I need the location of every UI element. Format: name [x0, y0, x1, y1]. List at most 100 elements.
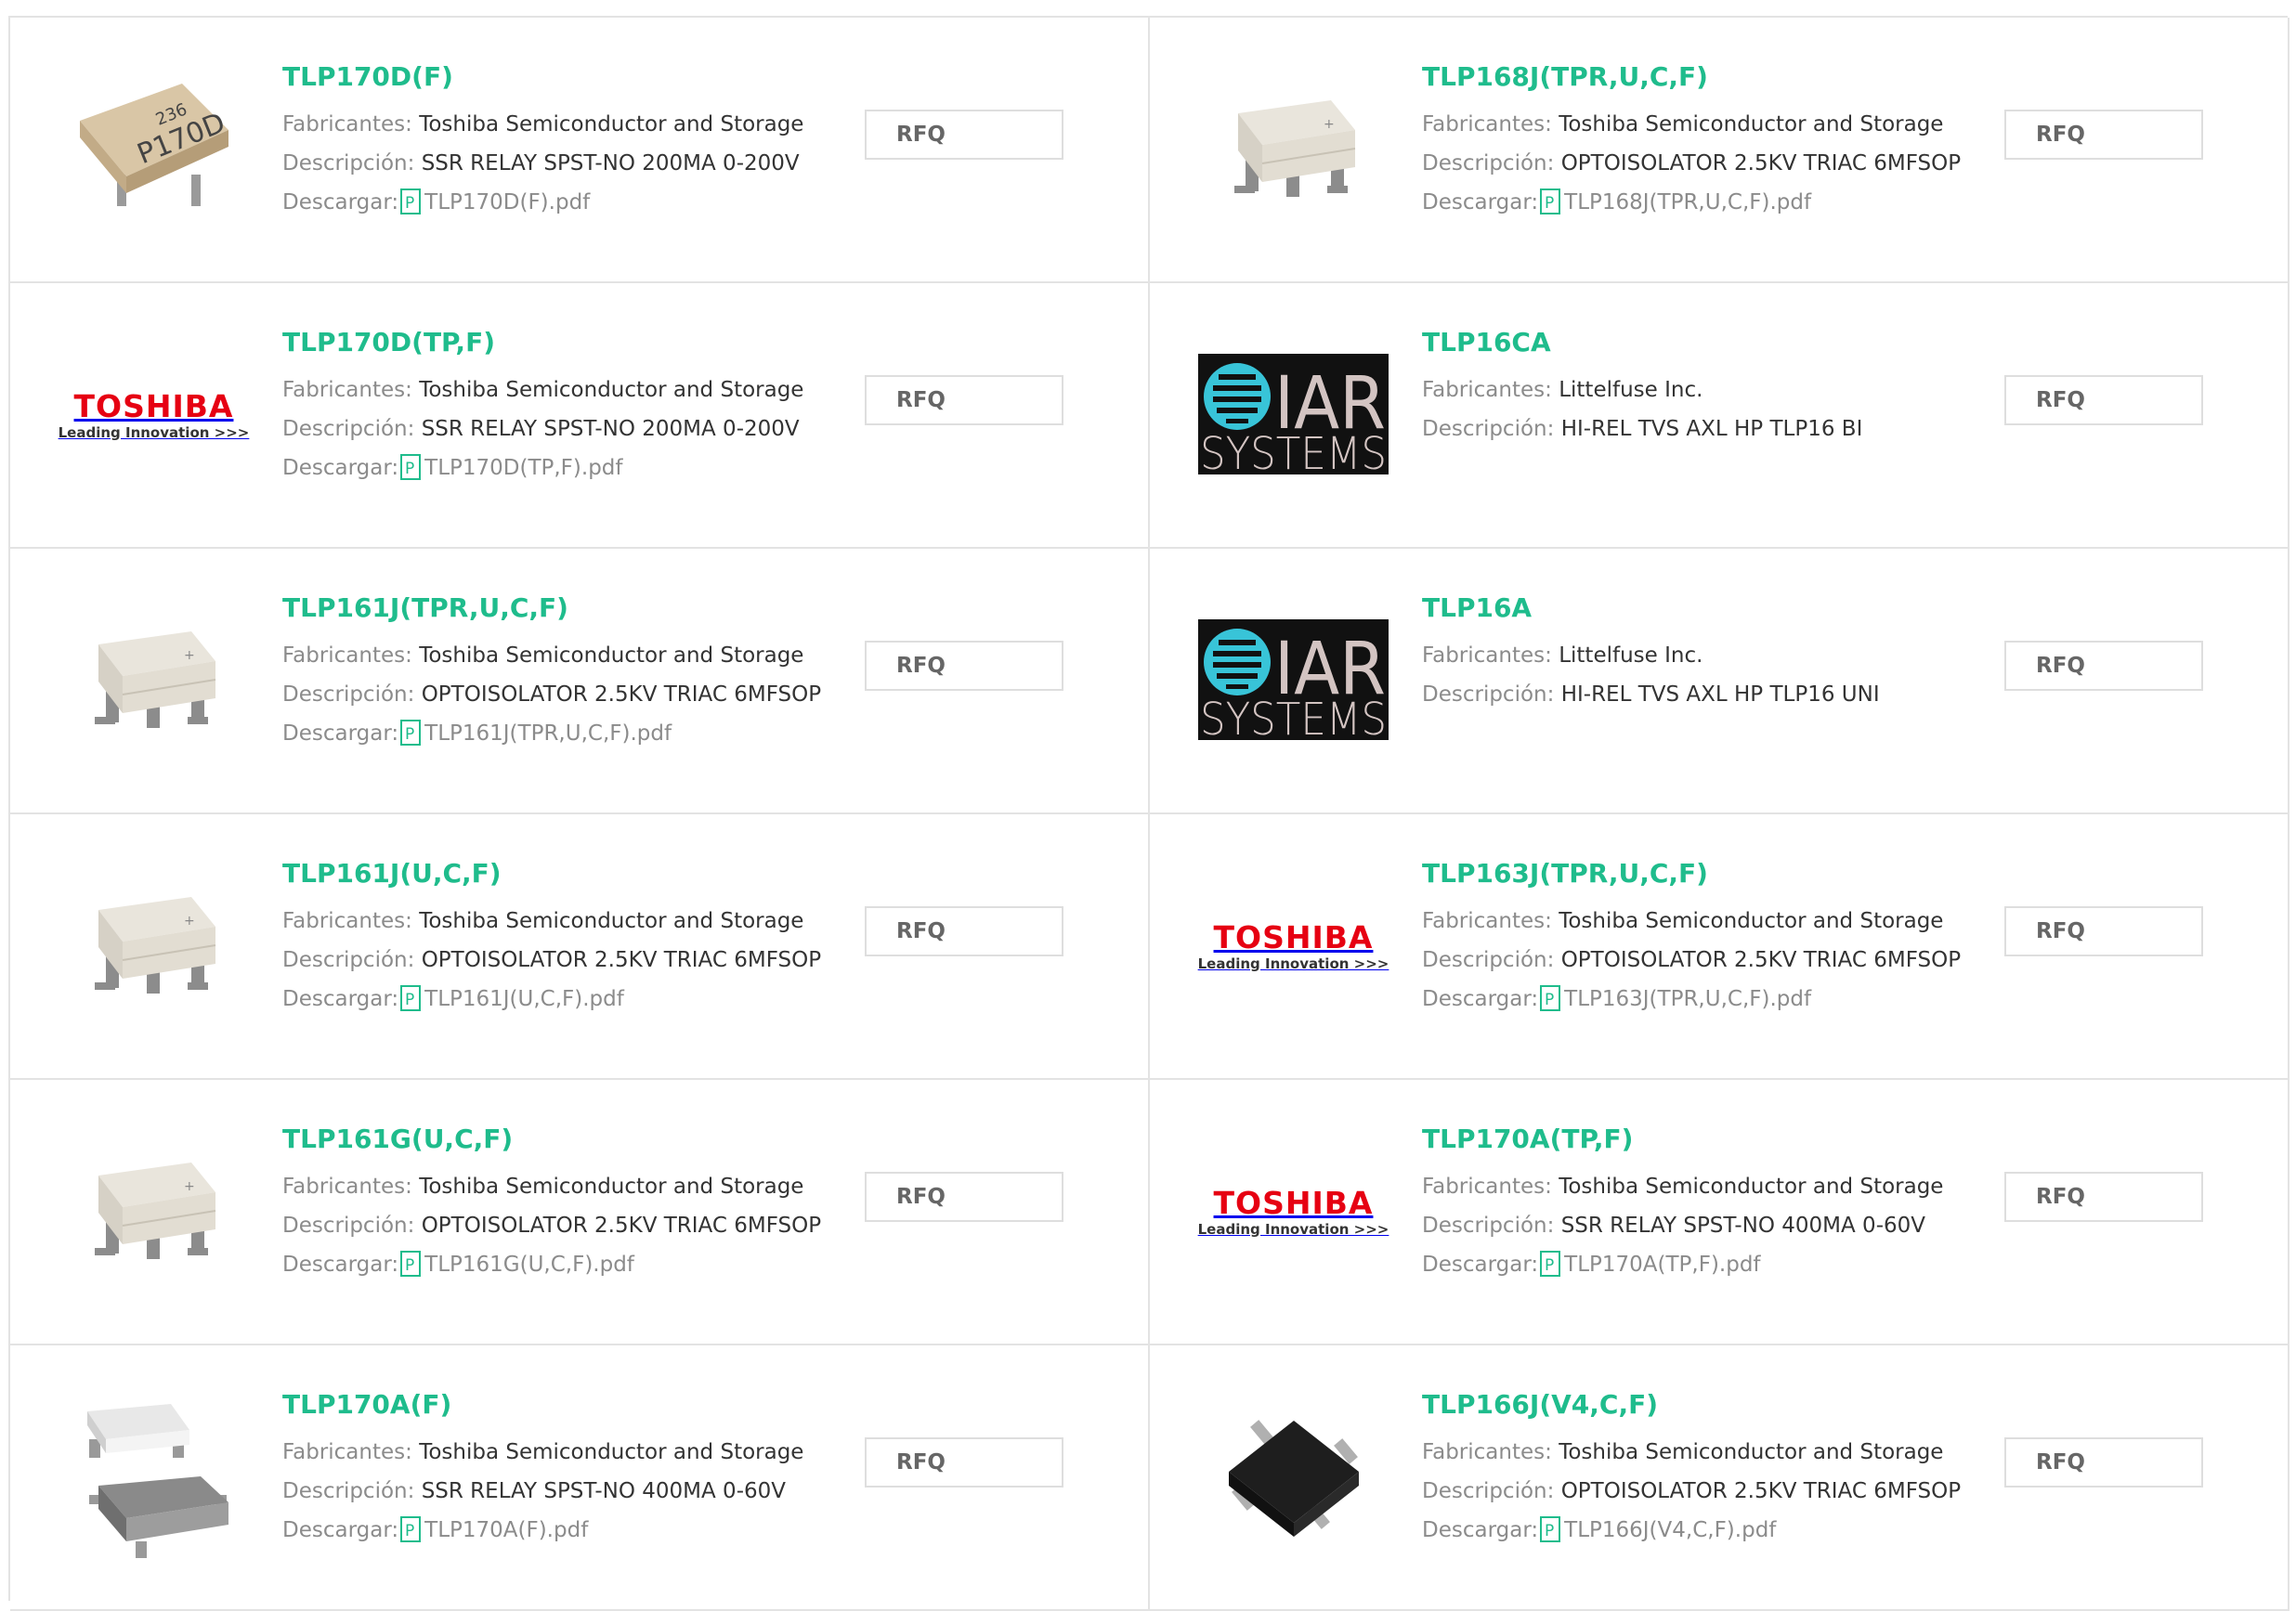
manufacturer-value: Toshiba Semiconductor and Storage [419, 1175, 804, 1199]
product-image-link[interactable]: + [59, 586, 249, 776]
product-image-link[interactable]: + [1198, 55, 1389, 245]
part-number-link[interactable]: TLP170A(F) [282, 1386, 858, 1423]
part-number-link[interactable]: TLP161J(TPR,U,C,F) [282, 590, 858, 627]
part-number-link[interactable]: TLP168J(TPR,U,C,F) [1422, 58, 1998, 96]
description-label: Descripción: [282, 948, 415, 972]
rfq-button[interactable]: RFQ [2004, 1172, 2203, 1222]
description-value: OPTOISOLATOR 2.5KV TRIAC 6MFSOP [1560, 1479, 1962, 1503]
description-value: HI-REL TVS AXL HP TLP16 BI [1560, 417, 1863, 441]
product-info: TLP170D(TP,F) Fabricantes: Toshiba Semic… [282, 324, 858, 487]
manufacturer-row: Fabricantes: Toshiba Semiconductor and S… [282, 902, 858, 941]
product-card: IAR SYSTEMS TLP16CA Fabricantes: Littelf… [1150, 283, 2289, 549]
manufacturer-label: Fabricantes: [282, 1175, 412, 1199]
datasheet-link[interactable]: TLP166J(V4,C,F).pdf [1564, 1518, 1776, 1542]
download-row: Descargar: P TLP161G(U,C,F).pdf [282, 1245, 858, 1284]
description-value: SSR RELAY SPST-NO 400MA 0-60V [421, 1479, 786, 1503]
datasheet-link[interactable]: TLP161J(U,C,F).pdf [424, 987, 624, 1011]
svg-text:SYSTEMS: SYSTEMS [1200, 428, 1387, 474]
manufacturer-row: Fabricantes: Toshiba Semiconductor and S… [282, 1167, 858, 1206]
download-label: Descargar: [1422, 190, 1539, 214]
manufacturer-label: Fabricantes: [282, 643, 412, 668]
product-image-link[interactable]: + [59, 851, 249, 1042]
download-label: Descargar: [282, 1518, 399, 1542]
datasheet-link[interactable]: TLP161J(TPR,U,C,F).pdf [424, 721, 672, 746]
svg-text:+: + [1324, 117, 1335, 132]
product-image-link[interactable]: + [59, 1117, 249, 1307]
svg-text:P: P [405, 194, 414, 213]
manufacturer-label: Fabricantes: [1422, 643, 1552, 668]
svg-text:P: P [405, 1522, 414, 1540]
manufacturer-label: Fabricantes: [1422, 1175, 1552, 1199]
download-label: Descargar: [1422, 1518, 1539, 1542]
product-image-link[interactable]: TOSHIBA Leading Innovation >>> [1198, 851, 1389, 1042]
svg-text:+: + [184, 648, 195, 663]
description-label: Descripción: [282, 417, 415, 441]
rfq-button[interactable]: RFQ [865, 1172, 1063, 1222]
manufacturer-value: Toshiba Semiconductor and Storage [419, 1440, 804, 1464]
part-number-link[interactable]: TLP170A(TP,F) [1422, 1121, 1998, 1158]
description-row: Descripción: HI-REL TVS AXL HP TLP16 UNI [1422, 675, 1998, 714]
part-number-link[interactable]: TLP16A [1422, 590, 1998, 627]
pdf-file-icon: P [400, 1516, 422, 1555]
product-image-link[interactable]: TOSHIBA Leading Innovation >>> [59, 320, 250, 511]
rfq-button[interactable]: RFQ [2004, 375, 2203, 425]
description-label: Descripción: [1422, 1479, 1555, 1503]
manufacturer-value: Toshiba Semiconductor and Storage [419, 378, 804, 402]
rfq-button[interactable]: RFQ [865, 110, 1063, 160]
manufacturer-value: Toshiba Semiconductor and Storage [419, 643, 804, 668]
download-row: Descargar: P TLP170A(F).pdf [282, 1511, 858, 1550]
product-card: P170D 236 TLP170D(F) Fabricantes: Toshib… [10, 18, 1150, 283]
pdf-file-icon: P [400, 188, 422, 227]
manufacturer-row: Fabricantes: Toshiba Semiconductor and S… [1422, 105, 1998, 144]
description-row: Descripción: HI-REL TVS AXL HP TLP16 BI [1422, 409, 1998, 448]
product-image-link[interactable] [59, 1383, 249, 1573]
rfq-button[interactable]: RFQ [2004, 110, 2203, 160]
toshiba-logo-tagline: Leading Innovation >>> [1197, 1220, 1389, 1238]
part-number-link[interactable]: TLP170D(TP,F) [282, 324, 858, 361]
datasheet-link[interactable]: TLP170D(F).pdf [424, 190, 590, 214]
product-image-link[interactable]: P170D 236 [59, 55, 249, 245]
manufacturer-value: Toshiba Semiconductor and Storage [1559, 1440, 1944, 1464]
product-image-link[interactable]: IAR SYSTEMS [1198, 586, 1389, 776]
part-number-link[interactable]: TLP16CA [1422, 324, 1998, 361]
rfq-button[interactable]: RFQ [2004, 641, 2203, 691]
product-card: TLP166J(V4,C,F) Fabricantes: Toshiba Sem… [1150, 1345, 2289, 1611]
pdf-file-icon: P [400, 454, 422, 493]
datasheet-link[interactable]: TLP170D(TP,F).pdf [424, 456, 622, 480]
rfq-button[interactable]: RFQ [2004, 906, 2203, 956]
product-image-link[interactable]: IAR SYSTEMS [1198, 320, 1389, 511]
description-value: OPTOISOLATOR 2.5KV TRIAC 6MFSOP [1560, 948, 1962, 972]
datasheet-link[interactable]: TLP161G(U,C,F).pdf [424, 1253, 634, 1277]
product-info: TLP170A(TP,F) Fabricantes: Toshiba Semic… [1422, 1121, 1998, 1284]
product-image-link[interactable]: TOSHIBA Leading Innovation >>> [1198, 1117, 1389, 1307]
datasheet-link[interactable]: TLP163J(TPR,U,C,F).pdf [1564, 987, 1811, 1011]
manufacturer-row: Fabricantes: Toshiba Semiconductor and S… [282, 370, 858, 409]
toshiba-logo: TOSHIBA Leading Innovation >>> [1197, 1186, 1389, 1239]
manufacturer-value: Toshiba Semiconductor and Storage [1559, 112, 1944, 136]
rfq-button[interactable]: RFQ [865, 1437, 1063, 1488]
datasheet-link[interactable]: TLP170A(F).pdf [424, 1518, 588, 1542]
part-number-link[interactable]: TLP166J(V4,C,F) [1422, 1386, 1998, 1423]
product-info: TLP16CA Fabricantes: Littelfuse Inc. Des… [1422, 324, 1998, 448]
part-number-link[interactable]: TLP170D(F) [282, 58, 858, 96]
datasheet-link[interactable]: TLP170A(TP,F).pdf [1564, 1253, 1760, 1277]
manufacturer-label: Fabricantes: [282, 1440, 412, 1464]
description-label: Descripción: [1422, 417, 1555, 441]
description-row: Descripción: OPTOISOLATOR 2.5KV TRIAC 6M… [282, 941, 858, 980]
description-label: Descripción: [1422, 1214, 1555, 1238]
part-number-link[interactable]: TLP161G(U,C,F) [282, 1121, 858, 1158]
rfq-button[interactable]: RFQ [865, 641, 1063, 691]
rfq-button[interactable]: RFQ [2004, 1437, 2203, 1488]
manufacturer-value: Toshiba Semiconductor and Storage [1559, 909, 1944, 933]
part-number-link[interactable]: TLP163J(TPR,U,C,F) [1422, 855, 1998, 892]
part-number-link[interactable]: TLP161J(U,C,F) [282, 855, 858, 892]
description-label: Descripción: [1422, 682, 1555, 707]
description-value: SSR RELAY SPST-NO 200MA 0-200V [421, 151, 800, 175]
product-info: TLP170D(F) Fabricantes: Toshiba Semicond… [282, 58, 858, 222]
product-image-link[interactable] [1198, 1383, 1389, 1573]
rfq-button[interactable]: RFQ [865, 906, 1063, 956]
rfq-button[interactable]: RFQ [865, 375, 1063, 425]
description-row: Descripción: OPTOISOLATOR 2.5KV TRIAC 6M… [1422, 1472, 1998, 1511]
datasheet-link[interactable]: TLP168J(TPR,U,C,F).pdf [1564, 190, 1811, 214]
download-label: Descargar: [282, 1253, 399, 1277]
